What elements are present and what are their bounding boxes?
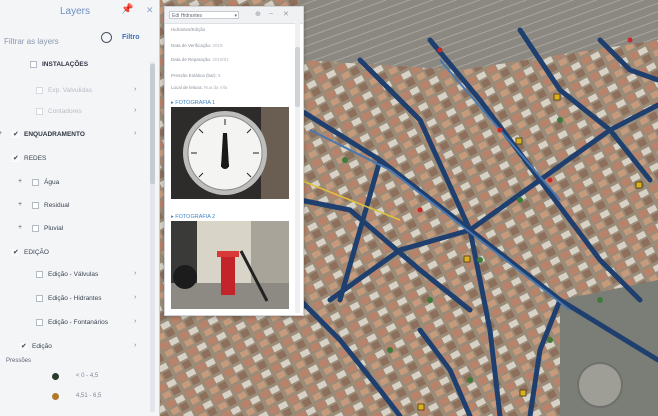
layer-row[interactable]: Exp. Valvulidas › <box>0 84 148 98</box>
layer-row[interactable]: Edição - Fontanários › <box>0 316 148 330</box>
chevron-right-icon[interactable]: › <box>134 342 136 349</box>
layer-row[interactable]: INSTALAÇÕES <box>0 58 148 72</box>
layer-label: Água <box>44 179 60 186</box>
legend-title: Pressões <box>6 358 32 364</box>
legend-dot-icon <box>52 393 59 400</box>
expand-icon[interactable]: + <box>18 201 22 208</box>
close-icon[interactable]: ✕ <box>146 5 154 16</box>
layer-row[interactable]: Edição - Válvulas › <box>0 268 148 282</box>
layer-label: REDES <box>24 155 47 162</box>
popup-scroll-thumb[interactable] <box>295 47 300 107</box>
attribute-line: Data de Reparação: 2019/01 <box>171 57 229 62</box>
attribute-key: Data de Reparação: <box>171 57 212 62</box>
pin-icon[interactable]: 📌 <box>121 4 133 15</box>
layer-row[interactable]: -✔EDIÇÃO <box>0 246 148 260</box>
clear-filter-icon[interactable] <box>101 32 112 43</box>
attribute-value: 2019 <box>212 43 223 48</box>
checked-checkbox-icon[interactable]: ✔ <box>12 131 19 138</box>
checkbox-icon[interactable] <box>32 202 39 209</box>
attribute-key: Local de leitura: <box>171 85 203 90</box>
layer-row[interactable]: Contadores › <box>0 105 148 119</box>
attribute-value: Rua da Vila <box>204 85 228 90</box>
layer-label: Exp. Valvulidas <box>48 87 92 94</box>
chevron-down-icon: ▾ <box>234 13 237 19</box>
feature-select-value: Edi Hidrantes <box>172 13 203 19</box>
checked-checkbox-icon[interactable]: ✔ <box>12 155 19 162</box>
layer-label: EDIÇÃO <box>24 249 49 256</box>
checkbox-icon[interactable] <box>36 319 43 326</box>
expand-icon[interactable]: + <box>18 224 22 231</box>
chevron-right-icon[interactable]: › <box>134 130 136 137</box>
layers-panel: Layers 📌 ✕ Filtro INSTALAÇÕESExp. Valvul… <box>0 0 160 416</box>
attribute-key: Data de Verificação: <box>171 43 212 48</box>
checkbox-icon[interactable] <box>36 87 43 94</box>
attribute-line: Hidrantes/Edição <box>171 27 205 32</box>
layer-label: INSTALAÇÕES <box>42 61 89 68</box>
layer-row[interactable]: + Residual <box>0 199 148 213</box>
checkbox-icon[interactable] <box>32 179 39 186</box>
checkbox-icon[interactable] <box>30 61 37 68</box>
popup-header: Edi Hidrantes ▾ ⊕ – ✕ <box>165 7 303 24</box>
layer-row[interactable]: + ✔ ENQUADRAMENTO › <box>0 128 148 142</box>
layer-label: Residual <box>44 202 70 209</box>
filter-button[interactable]: Filtro <box>122 34 140 41</box>
feature-select[interactable]: Edi Hidrantes ▾ <box>169 11 239 19</box>
checkbox-icon[interactable] <box>36 108 43 115</box>
chevron-right-icon[interactable]: › <box>134 270 136 277</box>
photo-2-title: ▸ FOTOGRAFIA 2 <box>171 214 216 220</box>
attribute-line: Local de leitura: Rua da Vila <box>171 85 227 90</box>
checkbox-icon[interactable] <box>36 271 43 278</box>
legend-label: 4,51 - 6,5 <box>76 393 102 399</box>
expand-icon[interactable]: + <box>18 178 22 185</box>
chevron-right-icon[interactable]: › <box>134 107 136 114</box>
minimize-icon[interactable]: – <box>269 10 273 17</box>
attribute-value: 5 <box>218 73 221 78</box>
layer-filter-input[interactable] <box>4 34 94 48</box>
attribute-line: Data de Verificação: 2019 <box>171 43 223 48</box>
layer-label: Edição - Hidrantes <box>48 295 102 302</box>
chevron-right-icon[interactable]: › <box>134 294 136 301</box>
layer-row[interactable]: ✔ Edição › <box>0 340 148 354</box>
panel-scroll-thumb[interactable] <box>150 64 155 184</box>
layer-row[interactable]: + Pluvial <box>0 222 148 236</box>
layer-label: ENQUADRAMENTO <box>24 131 85 138</box>
hydrant-photo[interactable] <box>171 221 289 309</box>
legend-item: 4,51 - 6,5 <box>52 392 112 402</box>
attribute-line: Pressão Estática (bar): 5 <box>171 73 221 78</box>
photo-1-title: ▸ FOTOGRAFIA 1 <box>171 100 216 106</box>
checked-checkbox-icon[interactable]: ✔ <box>20 343 27 350</box>
layer-row[interactable]: -✔REDES <box>0 152 148 166</box>
layer-label: Pluvial <box>44 225 64 232</box>
attribute-value: 2019/01 <box>212 57 229 62</box>
zoom-to-icon[interactable]: ⊕ <box>255 10 261 18</box>
legend-label: < 0 - 4,5 <box>76 373 99 379</box>
layer-label: Edição - Válvulas <box>48 271 99 278</box>
legend-item: < 0 - 4,5 <box>52 372 112 382</box>
expand-icon[interactable]: + <box>0 130 2 137</box>
chevron-right-icon[interactable]: › <box>134 318 136 325</box>
layer-row[interactable]: + Água <box>0 176 148 190</box>
layer-label: Edição <box>32 343 52 350</box>
close-popup-icon[interactable]: ✕ <box>283 10 289 18</box>
feature-popup: Edi Hidrantes ▾ ⊕ – ✕ Hidrantes/Edição D… <box>164 6 304 316</box>
layer-label: Edição - Fontanários <box>48 319 108 326</box>
checkbox-icon[interactable] <box>36 295 43 302</box>
attribute-key: Pressão Estática (bar): <box>171 73 217 78</box>
layer-row[interactable]: Edição - Hidrantes › <box>0 292 148 306</box>
chevron-right-icon[interactable]: › <box>134 86 136 93</box>
attribute-key: Hidrantes/Edição <box>171 27 206 32</box>
pressure-gauge-photo[interactable] <box>171 107 289 199</box>
layer-label: Contadores <box>48 108 82 115</box>
legend-dot-icon <box>52 373 59 380</box>
checked-checkbox-icon[interactable]: ✔ <box>12 249 19 256</box>
checkbox-icon[interactable] <box>32 225 39 232</box>
